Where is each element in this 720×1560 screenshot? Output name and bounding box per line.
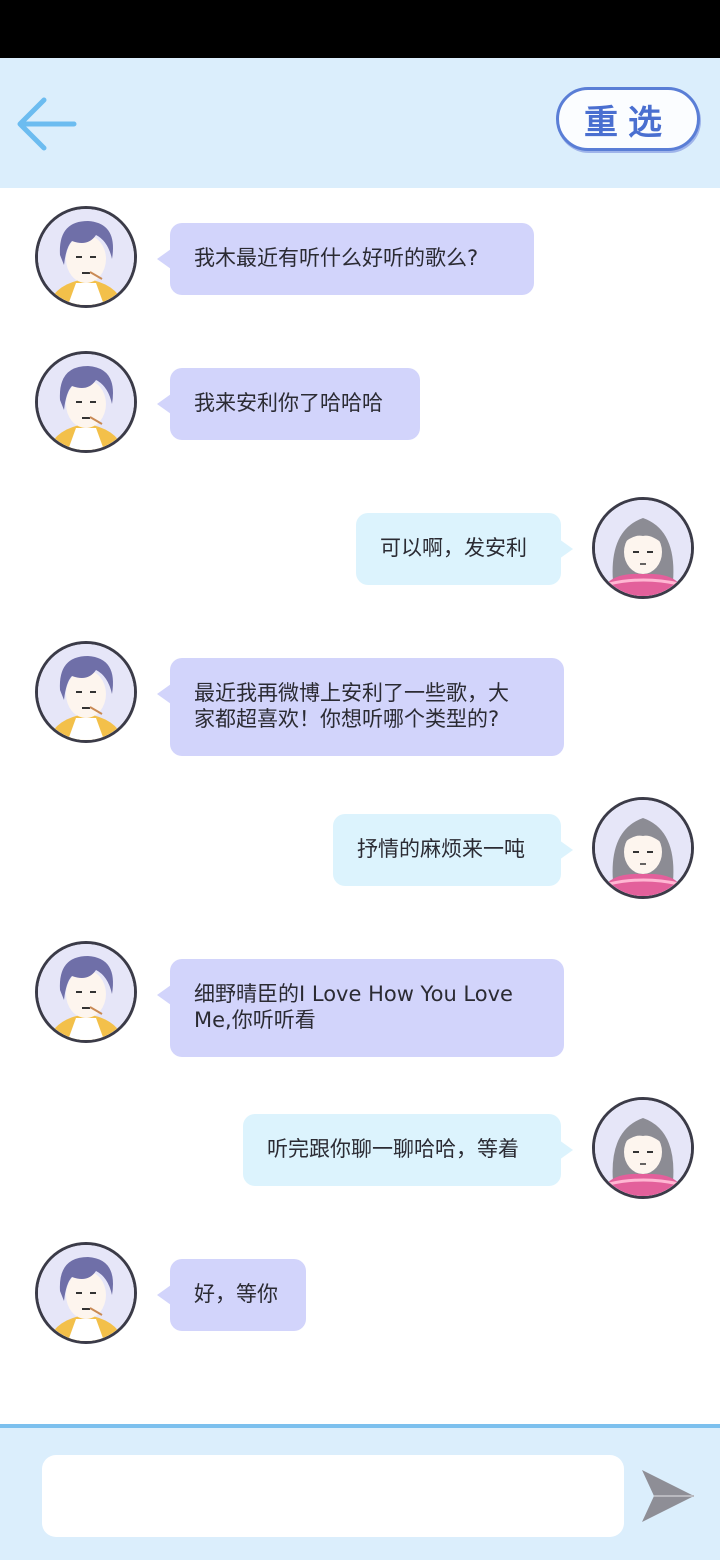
contact-avatar[interactable] bbox=[35, 351, 137, 453]
message-text-line: 好，等你 bbox=[194, 1282, 278, 1306]
arrow-left-icon bbox=[17, 97, 77, 151]
bubble-tail bbox=[157, 684, 171, 704]
user-avatar[interactable] bbox=[592, 797, 694, 899]
incoming-message-bubble[interactable]: 好，等你 bbox=[170, 1259, 306, 1331]
outgoing-message-bubble[interactable]: 可以啊，发安利 bbox=[356, 513, 561, 585]
bubble-tail bbox=[559, 539, 573, 559]
incoming-message-bubble[interactable]: 我木最近有听什么好听的歌么? bbox=[170, 223, 534, 295]
header: 重选 bbox=[0, 58, 720, 188]
contact-avatar[interactable] bbox=[35, 206, 137, 308]
user-avatar[interactable] bbox=[592, 1097, 694, 1199]
message-text-line: 我来安利你了哈哈哈 bbox=[194, 391, 383, 415]
send-button[interactable] bbox=[640, 1466, 696, 1526]
message-text-line: 最近我再微博上安利了一些歌，大 bbox=[194, 681, 509, 705]
user-avatar[interactable] bbox=[592, 497, 694, 599]
message-text-line: 抒情的麻烦来一吨 bbox=[357, 837, 525, 861]
incoming-message-bubble[interactable]: 细野晴臣的I Love How You Love Me,你听听看 bbox=[170, 959, 564, 1057]
back-button[interactable] bbox=[14, 92, 80, 156]
incoming-message-bubble[interactable]: 我来安利你了哈哈哈 bbox=[170, 368, 420, 440]
contact-avatar[interactable] bbox=[35, 941, 137, 1043]
message-input[interactable] bbox=[42, 1455, 624, 1537]
bubble-tail bbox=[559, 1140, 573, 1160]
message-text-line: 可以啊，发安利 bbox=[380, 536, 527, 560]
message-text-line: 细野晴臣的I Love How You Love bbox=[194, 982, 513, 1006]
contact-avatar[interactable] bbox=[35, 641, 137, 743]
message-text-line: 我木最近有听什么好听的歌么? bbox=[194, 246, 479, 270]
status-bar bbox=[0, 0, 720, 58]
bubble-tail bbox=[157, 249, 171, 269]
send-arrow-icon bbox=[642, 1470, 694, 1522]
bubble-tail bbox=[157, 394, 171, 414]
chat-list: 我木最近有听什么好听的歌么? 我来安利你了哈哈哈可以啊，发安利最近我再微博上安利了… bbox=[0, 188, 720, 1424]
bubble-tail bbox=[559, 840, 573, 860]
bubble-tail bbox=[157, 1285, 171, 1305]
reselect-button[interactable]: 重选 bbox=[556, 87, 700, 151]
composer-bar bbox=[0, 1428, 720, 1560]
message-text-line: Me,你听听看 bbox=[194, 1008, 316, 1032]
message-text-line: 听完跟你聊一聊哈哈，等着 bbox=[267, 1137, 519, 1161]
outgoing-message-bubble[interactable]: 听完跟你聊一聊哈哈，等着 bbox=[243, 1114, 561, 1186]
outgoing-message-bubble[interactable]: 抒情的麻烦来一吨 bbox=[333, 814, 561, 886]
incoming-message-bubble[interactable]: 最近我再微博上安利了一些歌，大 家都超喜欢！你想听哪个类型的? bbox=[170, 658, 564, 756]
bubble-tail bbox=[157, 985, 171, 1005]
message-text-line: 家都超喜欢！你想听哪个类型的? bbox=[194, 707, 500, 731]
contact-avatar[interactable] bbox=[35, 1242, 137, 1344]
